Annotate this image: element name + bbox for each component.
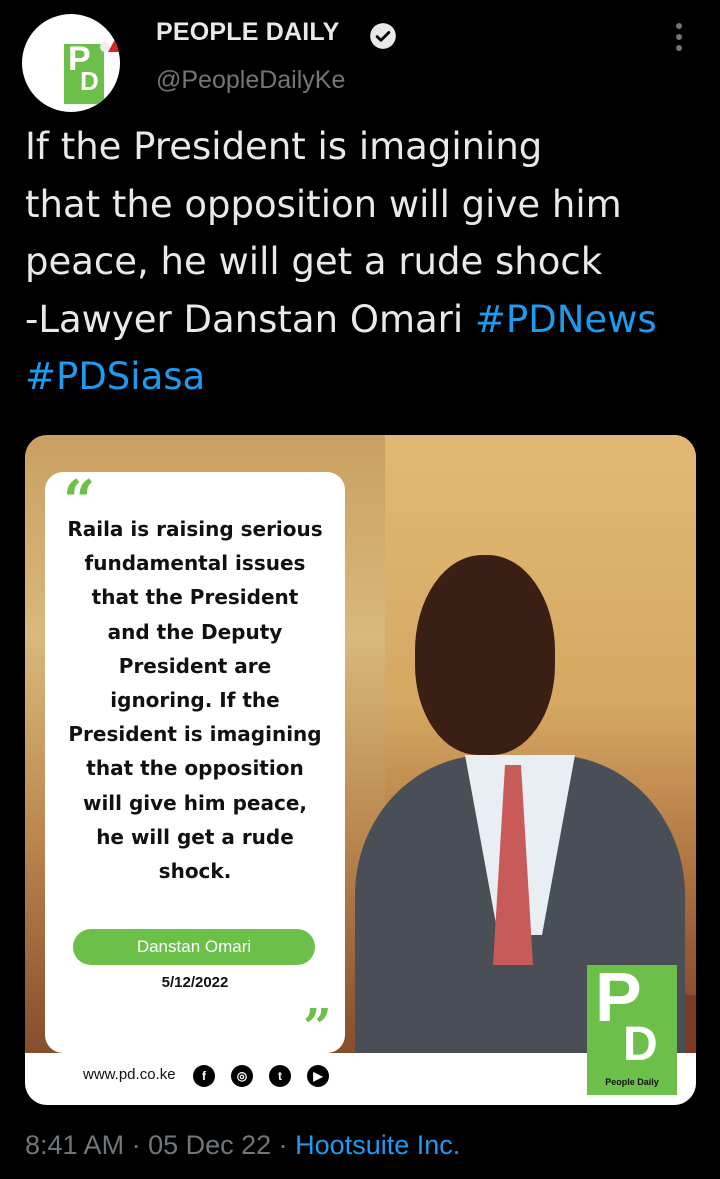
speaker-name-pill: Danstan Omari [73, 929, 315, 965]
meta-separator: · [124, 1130, 149, 1160]
quote-line: Raila is raising serious [67, 517, 323, 541]
hashtag-pdsiasa[interactable]: #PDSiasa [25, 348, 715, 406]
instagram-icon: ◎ [231, 1065, 253, 1087]
tweet-line: that the opposition will give him [25, 182, 622, 226]
quote-line: shock. [158, 859, 232, 884]
quote-line: will give him peace, [82, 790, 308, 815]
quote-line: fundamental issues [84, 551, 306, 576]
tweet-line-text: -Lawyer Danstan Omari [25, 297, 475, 341]
account-name[interactable]: PEOPLE DAILY [156, 18, 339, 47]
facebook-icon: f [193, 1065, 215, 1087]
tweet-date[interactable]: 05 Dec 22 [148, 1130, 271, 1160]
quote-line: President are [118, 653, 272, 678]
tweet-time[interactable]: 8:41 AM [25, 1130, 124, 1160]
people-daily-logo-icon: PD [64, 40, 104, 104]
quote-line: and the Deputy [107, 619, 283, 644]
meta-separator: · [271, 1130, 296, 1160]
tweet-media-image[interactable]: “ Raila is raising serious fundamental i… [25, 435, 696, 1105]
santa-hat-ball [100, 42, 110, 52]
tweet-source-link[interactable]: Hootsuite Inc. [295, 1130, 460, 1160]
more-options-icon[interactable] [668, 20, 690, 54]
quote-card: “ Raila is raising serious fundamental i… [45, 468, 345, 1056]
quote-line: that the President [91, 585, 299, 610]
quote-date: 5/12/2022 [161, 974, 229, 991]
quote-line: President is imagining [68, 722, 322, 747]
santa-hat-icon [108, 32, 120, 52]
people-daily-brand-logo-icon: PD People Daily [587, 958, 677, 1095]
twitter-icon: t [269, 1065, 291, 1087]
tweet-meta: 8:41 AM · 05 Dec 22 · Hootsuite Inc. [25, 1130, 460, 1161]
verified-badge-icon [370, 23, 396, 49]
tweet-line: If the President is imagining [25, 125, 543, 168]
quote-line: he will get a rude [96, 824, 294, 849]
speaker-photo-head [415, 555, 555, 755]
tweet-line: peace, he will get a rude shock [25, 240, 603, 283]
tweet-line: -Lawyer Danstan Omari #PDNews [25, 291, 715, 349]
tweet-text: If the President is imagining that the o… [25, 118, 715, 406]
close-quote-icon: ” [303, 997, 332, 1056]
hashtag-pdnews[interactable]: #PDNews [475, 298, 657, 341]
website-url: www.pd.co.ke [83, 1066, 176, 1083]
quote-line: ignoring. If the [110, 688, 280, 713]
quote-text: Raila is raising serious fundamental iss… [55, 512, 335, 888]
youtube-icon: ▶ [307, 1065, 329, 1087]
brand-name: People Daily [605, 1077, 659, 1087]
account-handle[interactable]: @PeopleDailyKe [156, 66, 345, 95]
quote-line: that the opposition [86, 756, 304, 781]
account-avatar[interactable]: PD [22, 14, 120, 112]
